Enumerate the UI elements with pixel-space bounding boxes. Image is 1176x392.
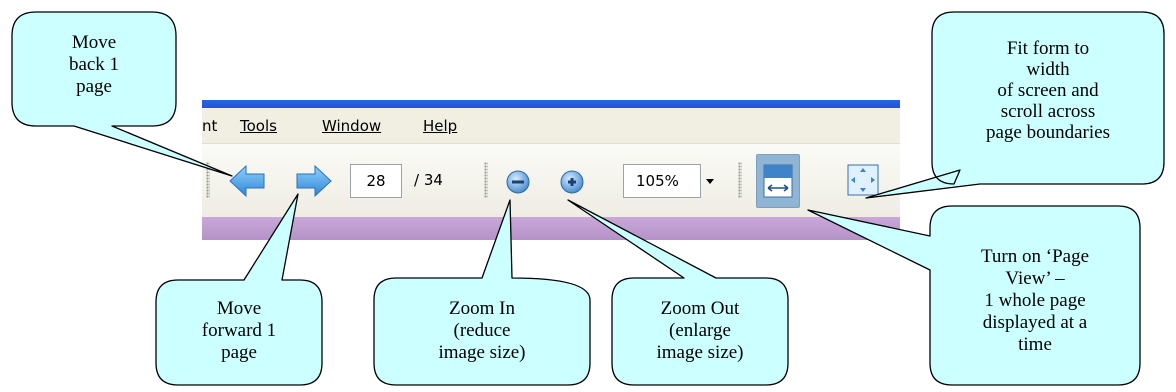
callout-fit-width-text: Fit form to width of screen and scroll a… [986,38,1110,143]
callout-forward-text: Move forward 1 page [201,298,277,363]
callout-zoom-out-text: Zoom Out (enlarge image size) [656,298,744,363]
callout-back-text: Move back 1 page [68,32,120,97]
callout-page-view-text: Turn on ‘Page View’ – 1 whole page displ… [980,246,1090,355]
callout-zoom-in-text: Zoom In (reduce image size) [438,298,526,363]
